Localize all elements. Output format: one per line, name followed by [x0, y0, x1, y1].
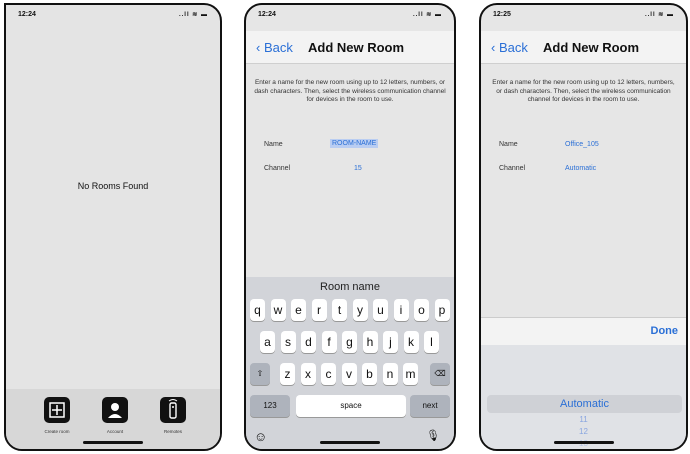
- phone-screen-rooms: 12:24 ..ll ≋ ▬ No Rooms Found Create roo…: [4, 3, 222, 451]
- key-s[interactable]: s: [280, 331, 296, 353]
- home-indicator: [83, 441, 143, 444]
- done-button[interactable]: Done: [651, 325, 679, 337]
- key-e[interactable]: e: [291, 299, 306, 321]
- channel-label: Channel: [499, 165, 526, 172]
- page-title: Add New Room: [308, 40, 405, 55]
- instructions-text: Enter a name for the new room using up t…: [492, 79, 675, 103]
- picker-option[interactable]: 12: [481, 427, 686, 436]
- tab-label-create-room: Create room: [44, 429, 70, 434]
- key-r[interactable]: r: [311, 299, 327, 321]
- person-icon: [108, 403, 122, 418]
- key-p[interactable]: p: [434, 299, 450, 321]
- nav-bar: ‹ Back Add New Room: [246, 31, 454, 64]
- home-indicator: [553, 441, 614, 444]
- keyboard-suggestion[interactable]: Room name: [246, 281, 454, 293]
- phone-screen-add-room-picker: 12:25 ..ll ≋ ▬ ‹ Back Add New Room Enter…: [479, 3, 688, 451]
- account-button[interactable]: [102, 397, 128, 423]
- room-name-field[interactable]: Office_105: [565, 141, 599, 148]
- back-button[interactable]: ‹ Back: [491, 40, 528, 55]
- keyboard: Room name qwertyuiop asdfghjkl zxcvbnm ⇧ ⌫…: [246, 277, 454, 449]
- back-button[interactable]: ‹ Back: [256, 40, 293, 55]
- nav-bar: ‹ Back Add New Room: [481, 31, 686, 64]
- room-name-selected-text: ROOM-NAME: [330, 139, 379, 148]
- status-bar: 12:25 ..ll ≋ ▬: [481, 5, 686, 27]
- add-square-icon: [49, 402, 65, 418]
- status-time: 12:24: [258, 11, 276, 18]
- key-h[interactable]: h: [362, 331, 378, 353]
- key-v[interactable]: v: [341, 363, 357, 385]
- tab-label-remotes: Remotes: [163, 429, 182, 434]
- status-icons: ..ll ≋ ▬: [644, 12, 674, 18]
- back-label: Back: [498, 40, 528, 55]
- picker-option[interactable]: 11: [481, 415, 686, 424]
- room-name-field[interactable]: ROOM-NAME: [330, 139, 379, 148]
- microphone-icon[interactable]: 🎙: [426, 429, 440, 442]
- picker-toolbar: Done: [481, 317, 686, 346]
- key-u[interactable]: u: [373, 299, 388, 321]
- key-k[interactable]: k: [403, 331, 419, 353]
- phone-screen-add-room-keyboard: 12:24 ..ll ≋ ▬ ‹ Back Add New Room Enter…: [244, 3, 456, 451]
- next-key[interactable]: next: [410, 395, 450, 417]
- key-w[interactable]: w: [270, 299, 286, 321]
- status-bar: 12:24 ..ll ≋ ▬: [6, 5, 220, 27]
- empty-message: No Rooms Found: [77, 181, 149, 191]
- picker-selected-row[interactable]: Automatic: [487, 395, 682, 413]
- key-q[interactable]: q: [250, 299, 265, 321]
- back-label: Back: [263, 40, 293, 55]
- status-time: 12:25: [493, 11, 511, 18]
- key-y[interactable]: y: [352, 299, 368, 321]
- tab-label-account: Account: [106, 429, 124, 434]
- emoji-icon[interactable]: ☺: [254, 429, 267, 444]
- status-icons: ..ll ≋ ▬: [178, 12, 208, 18]
- space-key[interactable]: space: [296, 395, 406, 417]
- shift-key[interactable]: ⇧: [250, 363, 270, 385]
- key-j[interactable]: j: [383, 331, 398, 353]
- status-time: 12:24: [18, 11, 36, 18]
- name-label: Name: [264, 141, 283, 148]
- key-n[interactable]: n: [382, 363, 398, 385]
- status-icons: ..ll ≋ ▬: [412, 12, 442, 18]
- name-label: Name: [499, 141, 518, 148]
- create-room-button[interactable]: [44, 397, 70, 423]
- tab-bar: Create room Account Remotes: [6, 389, 220, 449]
- backspace-key[interactable]: ⌫: [430, 363, 450, 385]
- key-i[interactable]: i: [393, 299, 409, 321]
- remote-icon: [168, 399, 178, 419]
- page-title: Add New Room: [543, 40, 640, 55]
- key-g[interactable]: g: [342, 331, 357, 353]
- key-m[interactable]: m: [403, 363, 418, 385]
- status-bar: 12:24 ..ll ≋ ▬: [246, 5, 454, 27]
- key-t[interactable]: t: [332, 299, 347, 321]
- remotes-button[interactable]: [160, 397, 186, 423]
- channel-label: Channel: [264, 165, 291, 172]
- home-indicator: [320, 441, 380, 444]
- key-b[interactable]: b: [362, 363, 377, 385]
- instructions-text: Enter a name for the new room using up t…: [254, 79, 446, 103]
- channel-field[interactable]: Automatic: [565, 165, 596, 172]
- key-o[interactable]: o: [414, 299, 429, 321]
- numbers-key[interactable]: 123: [250, 395, 290, 417]
- key-a[interactable]: a: [260, 331, 275, 353]
- key-d[interactable]: d: [301, 331, 316, 353]
- key-c[interactable]: c: [321, 363, 336, 385]
- key-x[interactable]: x: [300, 363, 316, 385]
- key-z[interactable]: z: [280, 363, 295, 385]
- channel-field[interactable]: 15: [354, 165, 362, 172]
- key-l[interactable]: l: [424, 331, 439, 353]
- key-f[interactable]: f: [321, 331, 337, 353]
